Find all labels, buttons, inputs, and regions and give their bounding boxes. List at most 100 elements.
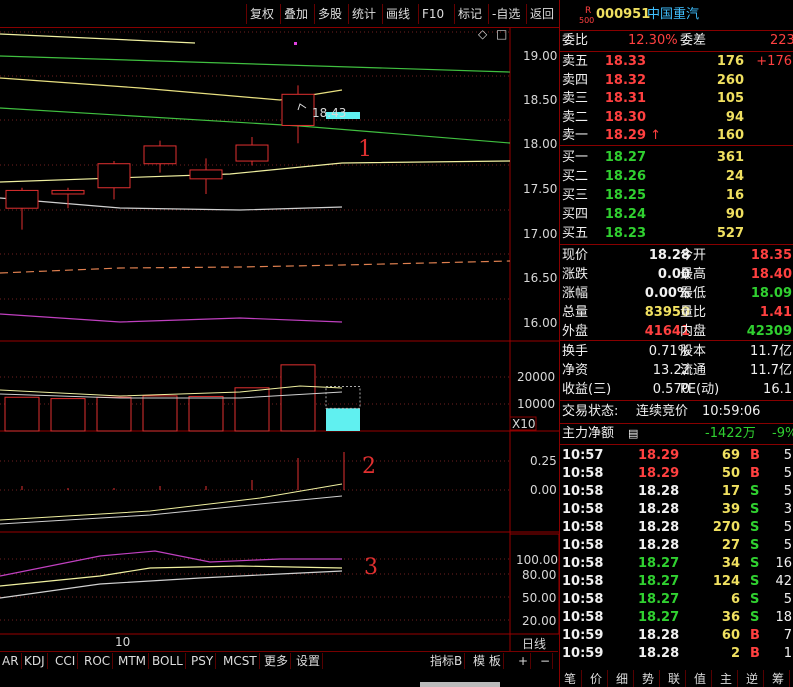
zoom-in-button[interactable]: + bbox=[516, 653, 532, 669]
bid-level: 买二 18.26 24 bbox=[562, 169, 744, 184]
tab-settings[interactable]: 设置 bbox=[294, 653, 324, 669]
volume-unit: X10 bbox=[512, 417, 536, 431]
volume-tick: 10000 bbox=[517, 397, 555, 411]
tab-roc[interactable]: ROC bbox=[82, 653, 114, 669]
kline-chart[interactable]: 18.43 ◇ □ 19.00 18.50 18.00 17.50 17.00 … bbox=[0, 28, 560, 651]
toolbar-button-mark[interactable]: 标记 bbox=[454, 4, 485, 24]
candle-body bbox=[5, 189, 39, 209]
panel-tab[interactable]: 联 bbox=[663, 670, 686, 687]
candlestick-series bbox=[5, 85, 315, 230]
stock-header: R 500 000951 中国重汽 bbox=[560, 6, 793, 25]
quote-row: 总量 83950 量比 1.41 bbox=[562, 305, 792, 320]
candle-body bbox=[235, 144, 269, 162]
quote-panel: R 500 000951 中国重汽 委比 12.30% 委差 223 卖五 18.… bbox=[559, 0, 793, 687]
candle-body bbox=[189, 169, 223, 180]
ask-level: 卖三 18.31 105 bbox=[562, 91, 744, 106]
period-label[interactable]: 日线 bbox=[522, 637, 546, 651]
panel-tab[interactable]: 值 bbox=[689, 670, 712, 687]
tick-row: 10:58 18.28 39 S 3 bbox=[562, 502, 792, 517]
order-ratio-row: 委比 12.30% 委差 223 bbox=[562, 33, 793, 48]
candle-body bbox=[51, 189, 85, 195]
tab-more[interactable]: 更多 bbox=[262, 653, 292, 669]
tab-mcst[interactable]: MCST bbox=[221, 653, 260, 669]
toolbar-button-multi-stock[interactable]: 多股 bbox=[314, 4, 345, 24]
tab-kdj[interactable]: KDJ bbox=[22, 653, 48, 669]
fundamental-row: 收益(三) 0.570 PE(动) 16.1 bbox=[562, 382, 792, 397]
tab-boll[interactable]: BOLL bbox=[150, 653, 186, 669]
candle-body bbox=[143, 145, 177, 165]
volume-bar bbox=[142, 395, 178, 432]
tick-row: 10:58 18.29 50 B 5 bbox=[562, 466, 792, 481]
toolbar-button-watchlist[interactable]: -自选 bbox=[488, 4, 523, 24]
oscillator-lines bbox=[0, 550, 343, 599]
tab-psy[interactable]: PSY bbox=[189, 653, 217, 669]
candle-body bbox=[97, 163, 131, 189]
stock-code: 000951 bbox=[596, 7, 651, 22]
fundamental-row: 净资 13.22 流通 11.7亿 bbox=[562, 363, 792, 378]
panel-tab[interactable]: 价 bbox=[585, 670, 608, 687]
price-tick: 17.50 bbox=[523, 182, 557, 196]
toolbar-button-back[interactable]: 返回 bbox=[526, 4, 557, 24]
volume-bar bbox=[280, 364, 316, 432]
panel-tab[interactable]: 势 bbox=[637, 670, 660, 687]
quote-row: 涨跌 0.00 最高 18.40 bbox=[562, 267, 792, 282]
chart-toolbar: 复权 叠加 多股 统计 画线 F10 标记 -自选 返回 bbox=[0, 0, 560, 28]
tick-row: 10:59 18.28 60 B 7 bbox=[562, 628, 792, 643]
tick-row: 10:58 18.27 36 S 18 bbox=[562, 610, 792, 625]
tick-row: 10:59 18.28 2 B 1 bbox=[562, 646, 792, 661]
osc-tick: 50.00 bbox=[522, 591, 556, 605]
volume-bar bbox=[4, 396, 40, 432]
tab-cci[interactable]: CCI bbox=[53, 653, 79, 669]
indicator-b-button[interactable]: 指标B bbox=[428, 653, 466, 669]
volume-bar bbox=[188, 395, 224, 432]
tab-mtm[interactable]: MTM bbox=[116, 653, 150, 669]
panel-tab[interactable]: 逆 bbox=[741, 670, 764, 687]
osc-tick: 100.00 bbox=[516, 553, 558, 567]
volume-bar bbox=[234, 387, 270, 432]
ask-level: 卖二 18.30 94 bbox=[562, 109, 744, 125]
trade-status-row: 交易状态: 连续竞价 10:59:06 bbox=[562, 404, 761, 419]
template-button[interactable]: 模 板 bbox=[471, 653, 504, 669]
tick-row: 10:58 18.28 270 S 5 bbox=[562, 520, 792, 535]
quote-row: 外盘 41641 内盘 42309 bbox=[562, 324, 792, 339]
list-icon[interactable]: ▤ bbox=[628, 425, 638, 443]
price-tick: 18.50 bbox=[523, 93, 557, 107]
chart-scrollbar[interactable] bbox=[420, 682, 500, 687]
volume-tick: 20000 bbox=[517, 370, 555, 384]
toolbar-button-adjust[interactable]: 复权 bbox=[246, 4, 277, 24]
panel-tab[interactable]: 筹 bbox=[767, 670, 790, 687]
current-volume-bar bbox=[326, 408, 360, 431]
quote-row: 现价 18.28 今开 18.35 bbox=[562, 248, 792, 263]
signal-dot bbox=[294, 42, 297, 45]
bid-level: 买一 18.27 361 bbox=[562, 150, 744, 165]
projected-volume-bar bbox=[325, 385, 361, 409]
volume-bar bbox=[96, 396, 132, 432]
price-tick: 17.00 bbox=[523, 227, 557, 241]
annotation-1: 1 bbox=[358, 137, 372, 162]
panel-bottom-tabs: 笔价细势联值主逆筹 bbox=[559, 668, 793, 687]
osc-tick: 20.00 bbox=[522, 614, 556, 628]
toolbar-button-statistics[interactable]: 统计 bbox=[348, 4, 379, 24]
main-net-row[interactable]: 主力净额 ▤ -1422万 -9% bbox=[560, 425, 793, 443]
toolbar-button-overlay[interactable]: 叠加 bbox=[280, 4, 311, 24]
square-icon[interactable]: □ bbox=[496, 28, 507, 41]
tab-ar[interactable]: AR bbox=[0, 653, 22, 669]
tick-row: 10:58 18.28 27 S 5 bbox=[562, 538, 792, 553]
annotation-3: 3 bbox=[364, 555, 378, 580]
panel-tab[interactable]: 细 bbox=[611, 670, 634, 687]
toolbar-button-f10[interactable]: F10 bbox=[418, 4, 447, 24]
fundamental-row: 换手 0.71% 股本 11.7亿 bbox=[562, 344, 792, 359]
tick-row: 10:58 18.27 6 S 5 bbox=[562, 592, 792, 607]
indicator-tabs: AR KDJ CCI ROC MTM BOLL PSY MCST 更多 设置 指… bbox=[0, 651, 558, 670]
tick-row: 10:57 18.29 69 B 5 bbox=[562, 448, 792, 463]
market-flag: 500 bbox=[579, 16, 595, 25]
ask-level: 卖一 18.29 160 ↑ bbox=[562, 128, 744, 143]
osc-tick: 80.00 bbox=[522, 568, 556, 582]
price-tick: 19.00 bbox=[523, 49, 557, 63]
panel-tab[interactable]: 主 bbox=[715, 670, 738, 687]
tick-row: 10:58 18.28 17 S 5 bbox=[562, 484, 792, 499]
toolbar-button-draw-line[interactable]: 画线 bbox=[382, 4, 413, 24]
panel-tab[interactable]: 笔 bbox=[559, 670, 582, 687]
diamond-icon[interactable]: ◇ bbox=[478, 28, 488, 41]
zoom-out-button[interactable]: − bbox=[538, 653, 554, 669]
